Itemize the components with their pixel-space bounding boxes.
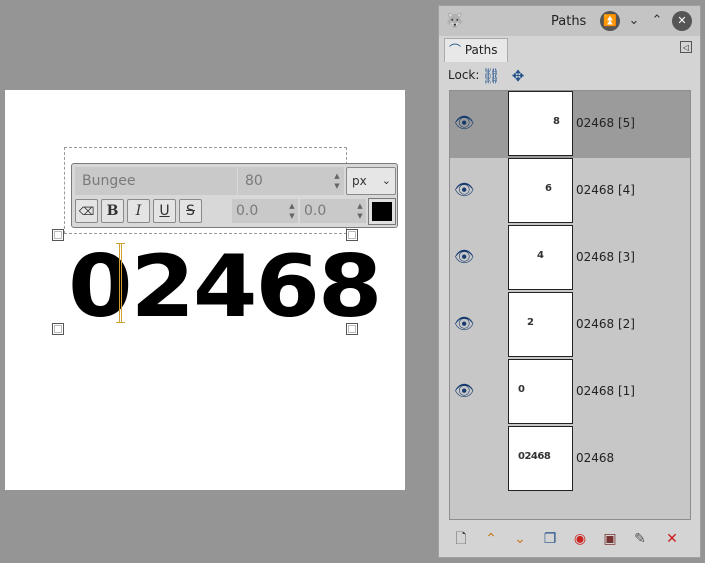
canvas-text[interactable]: 02468 bbox=[68, 244, 382, 330]
path-thumbnail: 8 bbox=[508, 91, 573, 156]
path-to-selection-icon[interactable]: ◉ bbox=[569, 528, 591, 550]
chevron-down-icon[interactable]: ⌄ bbox=[624, 11, 644, 31]
path-tool-icon: ⌒ bbox=[449, 43, 462, 57]
chevron-down-icon: ⌄ bbox=[381, 174, 391, 187]
clear-style-button[interactable]: ⌫ bbox=[75, 199, 98, 223]
paths-dock: 🐺 Paths ⏫ ⌄ ⌃ ✕ ⌒ Paths ◁ Lock: ⛓ ✥ 👁 8 … bbox=[438, 5, 701, 558]
gimp-icon: 🐺 bbox=[446, 13, 464, 29]
paint-along-path-icon[interactable]: ✎ bbox=[629, 528, 651, 550]
clear-style-icon: ⌫ bbox=[78, 205, 95, 218]
strikethrough-button[interactable]: S bbox=[179, 199, 202, 223]
path-name[interactable]: 02468 [1] bbox=[576, 384, 635, 398]
resize-handle-tl[interactable] bbox=[52, 229, 64, 241]
chevron-up-icon[interactable]: ⌃ bbox=[647, 11, 667, 31]
spin-down-icon[interactable]: ▼ bbox=[356, 212, 364, 221]
paths-list[interactable]: 👁 8 02468 [5] 👁 6 02468 [4] 👁 4 02468 [3… bbox=[449, 90, 691, 520]
spin-down-icon[interactable]: ▼ bbox=[288, 212, 296, 221]
italic-button[interactable]: I bbox=[127, 199, 150, 223]
close-icon[interactable]: ✕ bbox=[672, 11, 692, 31]
text-color-button[interactable] bbox=[368, 198, 396, 225]
tab-paths[interactable]: ⌒ Paths bbox=[444, 38, 508, 62]
path-name[interactable]: 02468 [4] bbox=[576, 183, 635, 197]
tab-paths-label: Paths bbox=[464, 43, 498, 57]
path-name[interactable]: 02468 [5] bbox=[576, 116, 635, 130]
baseline-field[interactable]: 0.0 ▲ ▼ bbox=[232, 199, 298, 223]
eye-icon[interactable]: 👁 bbox=[454, 115, 474, 131]
strikethrough-icon: S bbox=[186, 203, 195, 219]
delete-path-icon[interactable]: ✕ bbox=[661, 528, 683, 550]
text-style-toolbar: Bungee 80 ▲ ▼ px ⌄ ⌫ B I U S 0.0 ▲ ▼ 0.0… bbox=[71, 163, 398, 228]
raise-path-icon[interactable]: ⌃ bbox=[480, 528, 502, 550]
thumb-text: 2 bbox=[527, 317, 534, 328]
path-row[interactable]: 👁 2 02468 [2] bbox=[450, 292, 690, 359]
path-name[interactable]: 02468 bbox=[576, 451, 614, 465]
thumb-text: 0 bbox=[518, 384, 525, 395]
thumb-text: 02468 bbox=[518, 451, 551, 462]
lower-path-icon[interactable]: ⌄ bbox=[509, 528, 531, 550]
path-row[interactable]: 02468 02468 bbox=[450, 426, 690, 493]
underline-button[interactable]: U bbox=[153, 199, 176, 223]
color-swatch bbox=[372, 202, 392, 221]
path-row[interactable]: 👁 8 02468 [5] bbox=[450, 91, 690, 158]
italic-icon: I bbox=[135, 203, 142, 219]
path-row[interactable]: 👁 0 02468 [1] bbox=[450, 359, 690, 426]
bold-button[interactable]: B bbox=[101, 199, 124, 223]
font-name: Bungee bbox=[82, 173, 136, 189]
duplicate-path-icon[interactable]: ❐ bbox=[539, 528, 561, 550]
path-name[interactable]: 02468 [2] bbox=[576, 317, 635, 331]
path-thumbnail: 2 bbox=[508, 292, 573, 357]
collapse-all-icon[interactable]: ⏫ bbox=[600, 11, 620, 31]
path-row[interactable]: 👁 4 02468 [3] bbox=[450, 225, 690, 292]
lock-position-icon[interactable]: ✥ bbox=[508, 66, 528, 86]
new-path-icon[interactable]: 🗋 bbox=[450, 528, 472, 550]
thumb-text: 8 bbox=[553, 116, 560, 127]
font-size-field[interactable]: 80 ▲ ▼ bbox=[238, 167, 344, 195]
resize-handle-bl[interactable] bbox=[52, 323, 64, 335]
thumb-text: 6 bbox=[545, 183, 552, 194]
dock-title: Paths bbox=[551, 14, 587, 29]
eye-icon[interactable]: 👁 bbox=[454, 316, 474, 332]
eye-icon[interactable]: 👁 bbox=[454, 249, 474, 265]
path-row[interactable]: 👁 6 02468 [4] bbox=[450, 158, 690, 225]
thumb-text: 4 bbox=[537, 250, 544, 261]
eye-icon[interactable]: 👁 bbox=[454, 182, 474, 198]
path-thumbnail: 02468 bbox=[508, 426, 573, 491]
unit-value: px bbox=[352, 174, 367, 188]
lock-path-icon[interactable]: ⛓ bbox=[481, 66, 501, 86]
dock-header[interactable]: 🐺 Paths ⏫ ⌄ ⌃ ✕ bbox=[439, 6, 700, 36]
spin-up-icon[interactable]: ▲ bbox=[356, 202, 364, 211]
spin-up-icon[interactable]: ▲ bbox=[288, 202, 296, 211]
kerning-value: 0.0 bbox=[304, 203, 327, 219]
paths-actions-bar: 🗋 ⌃ ⌄ ❐ ◉ ▣ ✎ ✕ bbox=[449, 526, 691, 550]
kerning-field[interactable]: 0.0 ▲ ▼ bbox=[300, 199, 366, 223]
eye-icon[interactable]: 👁 bbox=[454, 383, 474, 399]
path-thumbnail: 4 bbox=[508, 225, 573, 290]
lock-label: Lock: bbox=[448, 68, 480, 82]
path-thumbnail: 0 bbox=[508, 359, 573, 424]
spin-down-icon[interactable]: ▼ bbox=[333, 182, 341, 191]
unit-select[interactable]: px ⌄ bbox=[346, 167, 396, 195]
text-cursor bbox=[116, 243, 125, 323]
baseline-value: 0.0 bbox=[236, 203, 259, 219]
tab-menu-icon[interactable]: ◁ bbox=[680, 41, 692, 53]
font-name-field[interactable]: Bungee bbox=[75, 167, 237, 195]
underline-icon: U bbox=[159, 203, 170, 219]
bold-icon: B bbox=[106, 203, 119, 219]
path-name[interactable]: 02468 [3] bbox=[576, 250, 635, 264]
selection-to-path-icon[interactable]: ▣ bbox=[599, 528, 621, 550]
font-size: 80 bbox=[245, 173, 263, 189]
spin-up-icon[interactable]: ▲ bbox=[333, 172, 341, 181]
path-thumbnail: 6 bbox=[508, 158, 573, 223]
